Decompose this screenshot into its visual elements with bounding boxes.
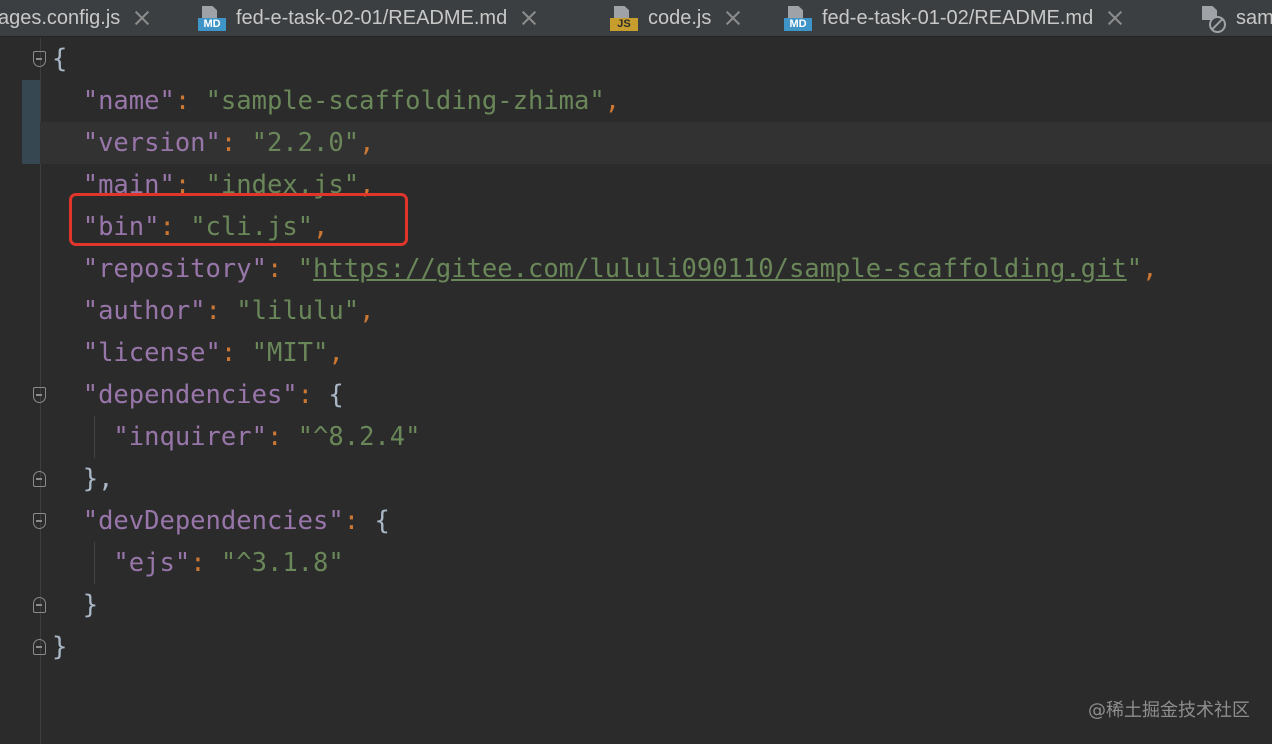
code-editor[interactable]: { "name": "sample-scaffolding-zhima", "v… [52, 38, 1157, 668]
code-line: "license": "MIT", [82, 338, 344, 368]
code-line: "name": "sample-scaffolding-zhima", [82, 86, 621, 116]
tab-label: code.js [648, 6, 712, 29]
fold-icon[interactable] [33, 471, 46, 487]
code-line: } [82, 590, 99, 620]
annotation-highlight-box [69, 193, 408, 246]
code-line: "author": "lilulu", [82, 296, 375, 326]
code-line: }, [82, 464, 114, 494]
fold-icon[interactable] [33, 639, 46, 655]
close-icon[interactable] [521, 10, 537, 26]
tab-pages-config[interactable]: ages.config.js [0, 0, 150, 36]
tab-sample[interactable]: sam [1198, 0, 1272, 36]
code-line: "repository": "https://gitee.com/lululi0… [82, 254, 1158, 284]
code-line: "version": "2.2.0", [82, 128, 375, 158]
code-line: } [52, 632, 68, 662]
fold-icon[interactable] [33, 597, 46, 613]
code-line: "dependencies": { [82, 380, 344, 410]
markdown-file-icon: MD [198, 4, 228, 32]
javascript-file-icon: JS [610, 4, 640, 32]
tab-label: ages.config.js [0, 6, 121, 29]
tab-code-js[interactable]: JS code.js [610, 0, 741, 36]
watermark: @稀土掘金技术社区 [1088, 700, 1250, 721]
code-line: { [52, 44, 68, 74]
excluded-file-icon [1198, 4, 1228, 33]
tab-readme-01-02[interactable]: MD fed-e-task-01-02/README.md [784, 0, 1123, 36]
tab-label: sam [1236, 6, 1272, 29]
editor-tab-bar: ages.config.js MD fed-e-task-02-01/READM… [0, 0, 1272, 37]
vcs-change-marker[interactable] [22, 80, 40, 164]
fold-icon[interactable] [33, 51, 46, 67]
code-line: "ejs": "^3.1.8" [52, 542, 1157, 584]
repository-link[interactable]: https://gitee.com/lululi090110/sample-sc… [313, 254, 1127, 284]
code-line: "devDependencies": { [82, 506, 390, 536]
tab-label: fed-e-task-02-01/README.md [236, 6, 508, 29]
tab-readme-02-01[interactable]: MD fed-e-task-02-01/README.md [198, 0, 537, 36]
close-icon[interactable] [725, 10, 741, 26]
fold-icon[interactable] [33, 513, 46, 529]
close-icon[interactable] [1107, 10, 1123, 26]
close-icon[interactable] [134, 10, 150, 26]
tab-label: fed-e-task-01-02/README.md [822, 6, 1094, 29]
fold-icon[interactable] [33, 387, 46, 403]
markdown-file-icon: MD [784, 4, 814, 32]
code-line: "inquirer": "^8.2.4" [52, 416, 1157, 458]
